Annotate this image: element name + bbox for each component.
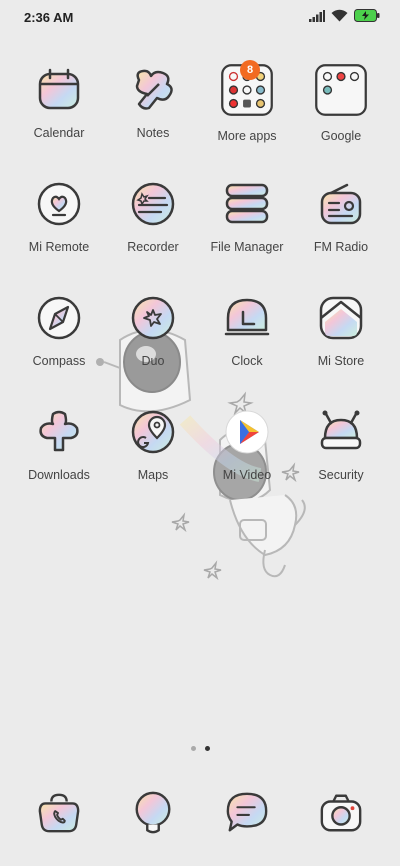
maps-icon xyxy=(131,410,175,454)
app-label: Mi Video xyxy=(222,468,272,482)
camera-icon xyxy=(320,794,362,832)
status-time: 2:36 AM xyxy=(24,10,74,25)
notification-badge: 8 xyxy=(240,60,260,80)
downloads-icon xyxy=(39,410,79,452)
dock xyxy=(12,790,388,836)
store-icon xyxy=(319,296,363,340)
dock-phone[interactable] xyxy=(12,790,106,836)
app-google-folder[interactable]: Google xyxy=(294,64,388,180)
app-clock[interactable]: Clock xyxy=(200,294,294,408)
phone-icon xyxy=(38,793,80,833)
app-notes[interactable]: Notes xyxy=(106,66,200,180)
status-bar: 2:36 AM xyxy=(0,0,400,36)
app-mi-remote[interactable]: Mi Remote xyxy=(12,180,106,294)
file-manager-icon xyxy=(225,183,269,224)
dock-camera[interactable] xyxy=(294,790,388,836)
app-label: Maps xyxy=(137,468,169,482)
app-label: File Manager xyxy=(210,240,284,254)
recorder-icon xyxy=(131,182,175,226)
app-label: FM Radio xyxy=(313,240,369,254)
app-file-manager[interactable]: File Manager xyxy=(200,180,294,294)
page-dot[interactable] xyxy=(190,746,196,751)
video-play-icon xyxy=(225,410,269,454)
status-icons xyxy=(309,9,380,22)
app-label: Duo xyxy=(141,354,165,368)
calendar-icon xyxy=(38,68,80,110)
app-label: Calendar xyxy=(33,126,85,140)
app-label: Recorder xyxy=(127,240,179,254)
app-mi-store[interactable]: Mi Store xyxy=(294,294,388,408)
app-label: Clock xyxy=(231,354,263,368)
signal-icon xyxy=(309,9,325,22)
page-indicator xyxy=(0,746,400,751)
notes-icon xyxy=(135,69,173,110)
dock-browser[interactable] xyxy=(106,790,200,836)
app-mi-video[interactable]: Mi Video xyxy=(200,408,294,522)
radio-icon xyxy=(320,183,362,225)
dock-messages[interactable] xyxy=(200,790,294,836)
app-label: Mi Remote xyxy=(28,240,90,254)
app-label: Mi Store xyxy=(317,354,365,368)
app-label: Compass xyxy=(32,354,86,368)
remote-icon xyxy=(37,182,81,226)
app-grid: Calendar Notes 8 More apps Google Mi Rem… xyxy=(12,60,388,522)
browser-icon xyxy=(135,791,171,834)
app-label: More apps xyxy=(217,129,277,143)
messages-icon xyxy=(226,792,268,832)
app-more-apps-folder[interactable]: 8 More apps xyxy=(200,60,294,180)
app-duo[interactable]: Duo xyxy=(106,294,200,408)
app-compass[interactable]: Compass xyxy=(12,294,106,408)
app-label: Downloads xyxy=(28,468,90,482)
app-label: Notes xyxy=(136,126,170,140)
clock-icon xyxy=(224,298,270,336)
page-dot-active[interactable] xyxy=(204,746,210,751)
app-security[interactable]: Security xyxy=(294,408,388,522)
compass-icon xyxy=(37,296,81,340)
battery-charging-icon xyxy=(354,9,380,22)
app-label: Security xyxy=(318,468,364,482)
app-downloads[interactable]: Downloads xyxy=(12,408,106,522)
app-maps[interactable]: Maps xyxy=(106,408,200,522)
app-calendar[interactable]: Calendar xyxy=(12,66,106,180)
google-folder-icon xyxy=(315,64,367,116)
app-recorder[interactable]: Recorder xyxy=(106,180,200,294)
app-fm-radio[interactable]: FM Radio xyxy=(294,180,388,294)
app-label: Google xyxy=(320,129,362,143)
security-icon xyxy=(320,410,362,450)
duo-icon xyxy=(131,296,175,340)
wifi-icon xyxy=(331,9,348,22)
